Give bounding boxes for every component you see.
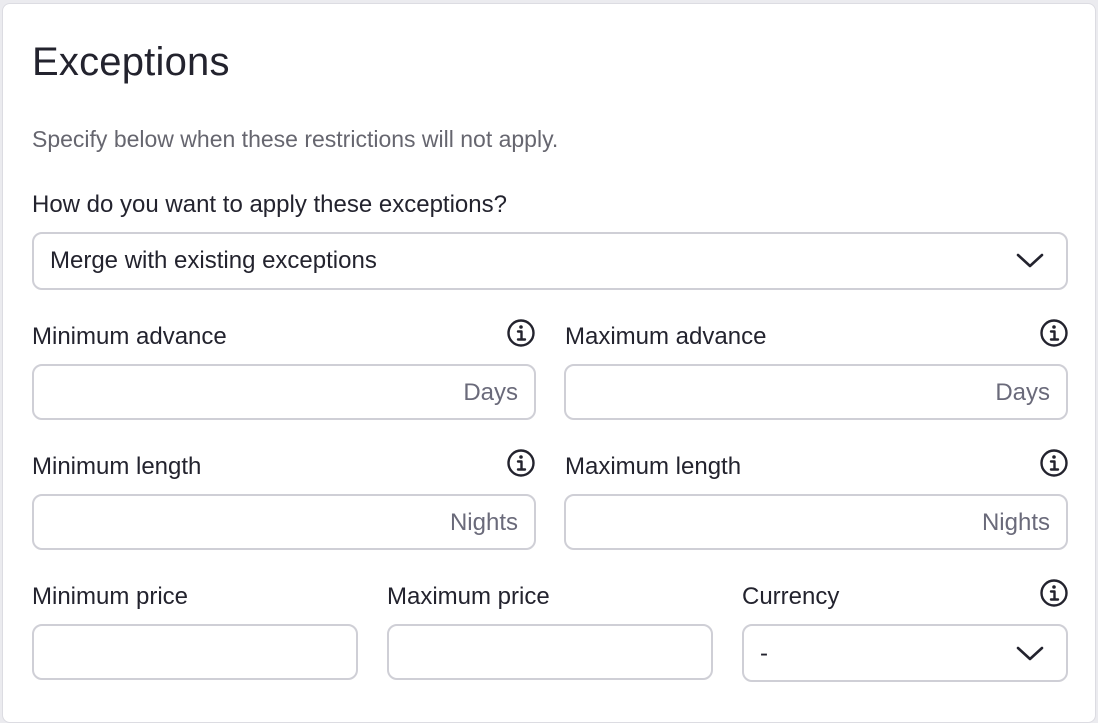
min-advance-label: Minimum advance bbox=[32, 323, 227, 350]
min-advance-field[interactable] bbox=[34, 366, 534, 418]
max-advance-label: Maximum advance bbox=[565, 323, 767, 350]
apply-mode-label: How do you want to apply these exception… bbox=[32, 191, 507, 218]
max-price-input[interactable] bbox=[387, 624, 713, 680]
chevron-down-icon bbox=[1016, 253, 1044, 268]
info-icon[interactable] bbox=[1039, 318, 1069, 348]
info-icon[interactable] bbox=[506, 448, 536, 478]
max-price-field[interactable] bbox=[389, 626, 711, 678]
min-price-field[interactable] bbox=[34, 626, 356, 678]
max-length-field[interactable] bbox=[566, 496, 1066, 548]
currency-value: - bbox=[760, 640, 768, 667]
info-icon[interactable] bbox=[1039, 448, 1069, 478]
max-length-label: Maximum length bbox=[565, 453, 742, 480]
min-price-input[interactable] bbox=[32, 624, 358, 680]
currency-label: Currency bbox=[742, 583, 840, 610]
info-icon[interactable] bbox=[506, 318, 536, 348]
info-icon[interactable] bbox=[1039, 578, 1069, 608]
page-title: Exceptions bbox=[32, 40, 230, 84]
max-price-label: Maximum price bbox=[387, 583, 550, 610]
min-length-field[interactable] bbox=[34, 496, 534, 548]
apply-mode-value: Merge with existing exceptions bbox=[50, 247, 377, 274]
panel-description: Specify below when these restrictions wi… bbox=[32, 126, 559, 152]
min-length-label: Minimum length bbox=[32, 453, 202, 480]
max-advance-field[interactable] bbox=[566, 366, 1066, 418]
max-length-input[interactable]: Nights bbox=[564, 494, 1068, 550]
min-length-input[interactable]: Nights bbox=[32, 494, 536, 550]
max-advance-input[interactable]: Days bbox=[564, 364, 1068, 420]
min-advance-input[interactable]: Days bbox=[32, 364, 536, 420]
apply-mode-select[interactable]: Merge with existing exceptions bbox=[32, 232, 1068, 290]
exceptions-panel bbox=[2, 3, 1096, 723]
min-price-label: Minimum price bbox=[32, 583, 189, 610]
currency-select[interactable]: - bbox=[742, 624, 1068, 682]
chevron-down-icon bbox=[1016, 646, 1044, 661]
